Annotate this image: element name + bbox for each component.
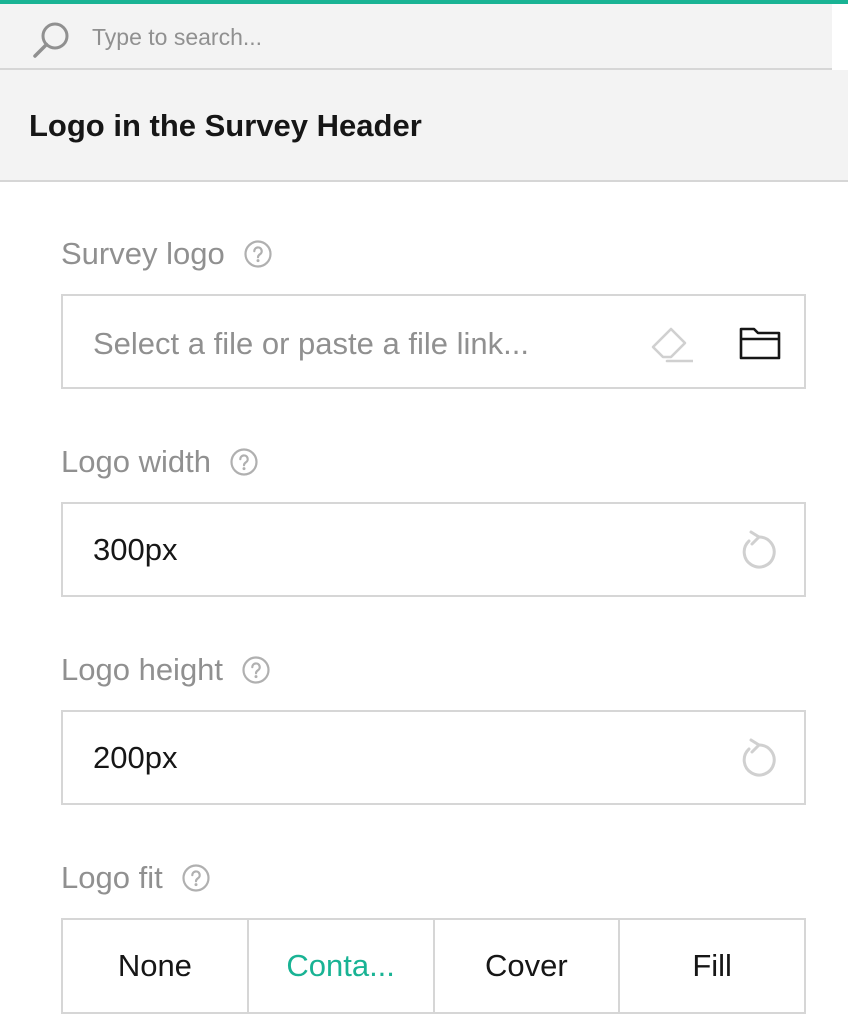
reset-icon[interactable] [737, 737, 781, 781]
logo-height-label-row: Logo height [61, 652, 271, 688]
logo-fit-option-none[interactable]: None [63, 920, 249, 1012]
logo-width-field[interactable]: 300px [61, 502, 806, 597]
search-icon [33, 22, 69, 58]
help-icon[interactable] [181, 863, 211, 893]
reset-icon[interactable] [737, 529, 781, 573]
survey-logo-input[interactable] [93, 324, 613, 364]
logo-fit-option-fill[interactable]: Fill [620, 920, 804, 1012]
search-bar [0, 4, 832, 70]
help-icon[interactable] [243, 239, 273, 269]
scrollbar-gap [832, 4, 848, 70]
logo-width-value[interactable]: 300px [93, 532, 177, 568]
survey-logo-label: Survey logo [61, 236, 225, 271]
help-icon[interactable] [229, 447, 259, 477]
section-title: Logo in the Survey Header [29, 108, 422, 143]
logo-height-field[interactable]: 200px [61, 710, 806, 805]
help-icon[interactable] [241, 655, 271, 685]
logo-height-label: Logo height [61, 652, 224, 687]
logo-fit-option-cover[interactable]: Cover [434, 920, 621, 1012]
logo-fit-option-contain[interactable]: Conta... [248, 920, 435, 1012]
logo-fit-label: Logo fit [61, 860, 163, 895]
section-header[interactable]: Logo in the Survey Header [0, 70, 848, 182]
logo-fit-label-row: Logo fit [61, 860, 211, 896]
logo-width-label: Logo width [61, 444, 211, 479]
logo-height-value[interactable]: 200px [93, 740, 177, 776]
eraser-icon[interactable] [649, 321, 693, 365]
logo-width-label-row: Logo width [61, 444, 259, 480]
search-input[interactable] [92, 20, 792, 54]
logo-fit-button-group: None Conta... Cover Fill [61, 918, 806, 1014]
survey-logo-field [61, 294, 806, 389]
folder-icon[interactable] [739, 321, 783, 365]
survey-logo-label-row: Survey logo [61, 236, 273, 272]
